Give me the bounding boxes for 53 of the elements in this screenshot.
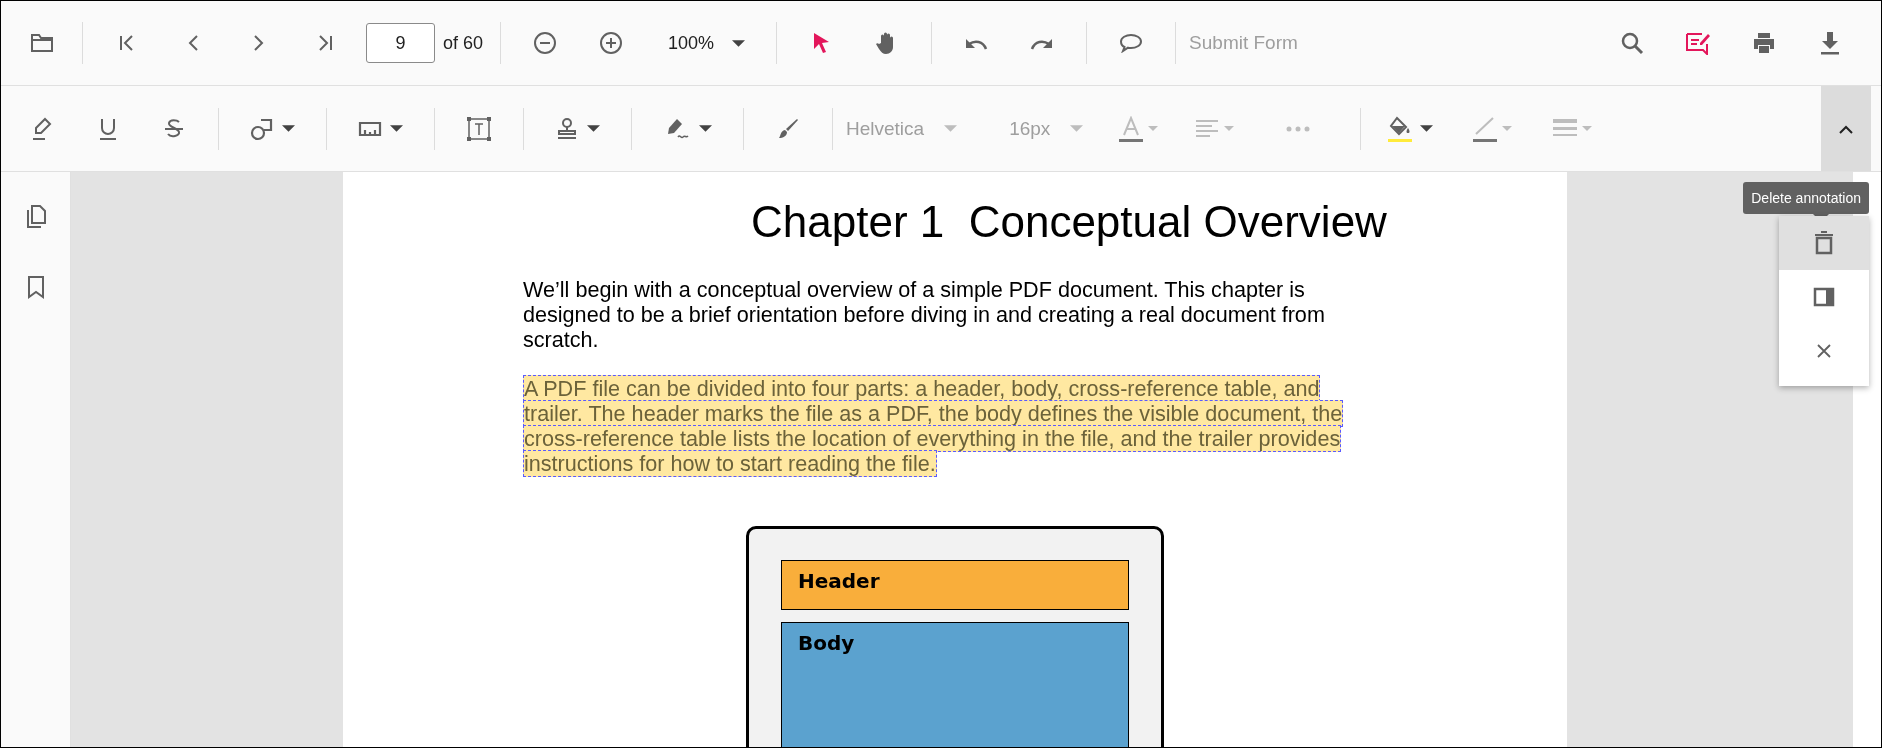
stamp-icon [555,116,579,141]
first-page-icon [118,34,136,52]
printer-icon [1752,32,1776,54]
chapter-title: Chapter 1 Conceptual Overview [751,196,1387,248]
close-icon [1816,343,1832,359]
caret-icon [587,125,600,132]
align-left-icon [1194,118,1219,139]
page-number-field[interactable]: 9 [366,23,435,63]
block-label: Header [798,568,880,593]
caret-icon [1581,126,1592,131]
caret-icon [1420,125,1434,132]
search-icon [1620,31,1644,55]
paragraph: We’ll begin with a conceptual overview of a simple PDF document. This chapter is designed to be a brief orientation before diving in and creating a real document from scratch. [523,276,1326,352]
underline-icon [98,116,118,141]
shapes-icon [250,116,274,141]
stroke-color-icon [1472,115,1497,142]
caret-icon [282,125,295,132]
caret-icon [1070,125,1084,132]
more-icon [1286,125,1311,132]
caret-icon [699,125,712,132]
folder-icon [30,33,54,53]
last-page-icon [316,34,334,52]
comment-icon [1119,33,1144,53]
zoom-in-icon [599,31,624,55]
highlighter-icon [31,116,53,141]
font-color-icon [1118,115,1143,142]
ruler-icon [358,119,382,138]
block-label: Body [798,630,855,655]
caret-icon [1147,126,1158,131]
pages-icon [25,205,46,229]
delete-menu-item[interactable] [1779,216,1869,270]
brush-icon [777,117,799,140]
chevron-up-icon [1838,123,1854,134]
pointer-icon [812,32,831,54]
panel-icon [1813,287,1835,307]
zoom-out-icon [533,31,558,55]
caret-icon [944,125,958,132]
paint-bucket-icon [1388,115,1413,142]
delete-icon [1814,231,1834,255]
tooltip: Delete annotation [1743,182,1869,214]
page-count: of 60 [443,32,484,54]
zoom-dropdown[interactable]: 100% [668,32,746,54]
caret-icon [732,39,746,47]
highlighted-paragraph: A PDF file can be divided into four parts: a header, body, cross-reference table, and trailer. The header marks the file as a PDF, the body defines the visible document, the cross-reference table lists the location of everything in the file, and the trailer provides instructions for how to start reading the file. [523,375,1345,476]
text-box-icon [466,115,492,142]
chevron-right-icon [253,34,265,52]
caret-icon [1223,126,1234,131]
edit-annotation-icon [1685,31,1711,55]
chevron-left-icon [187,34,199,52]
caret-icon [1501,126,1512,131]
bookmark-icon [26,275,45,299]
caret-icon [390,125,403,132]
download-icon [1820,31,1840,55]
